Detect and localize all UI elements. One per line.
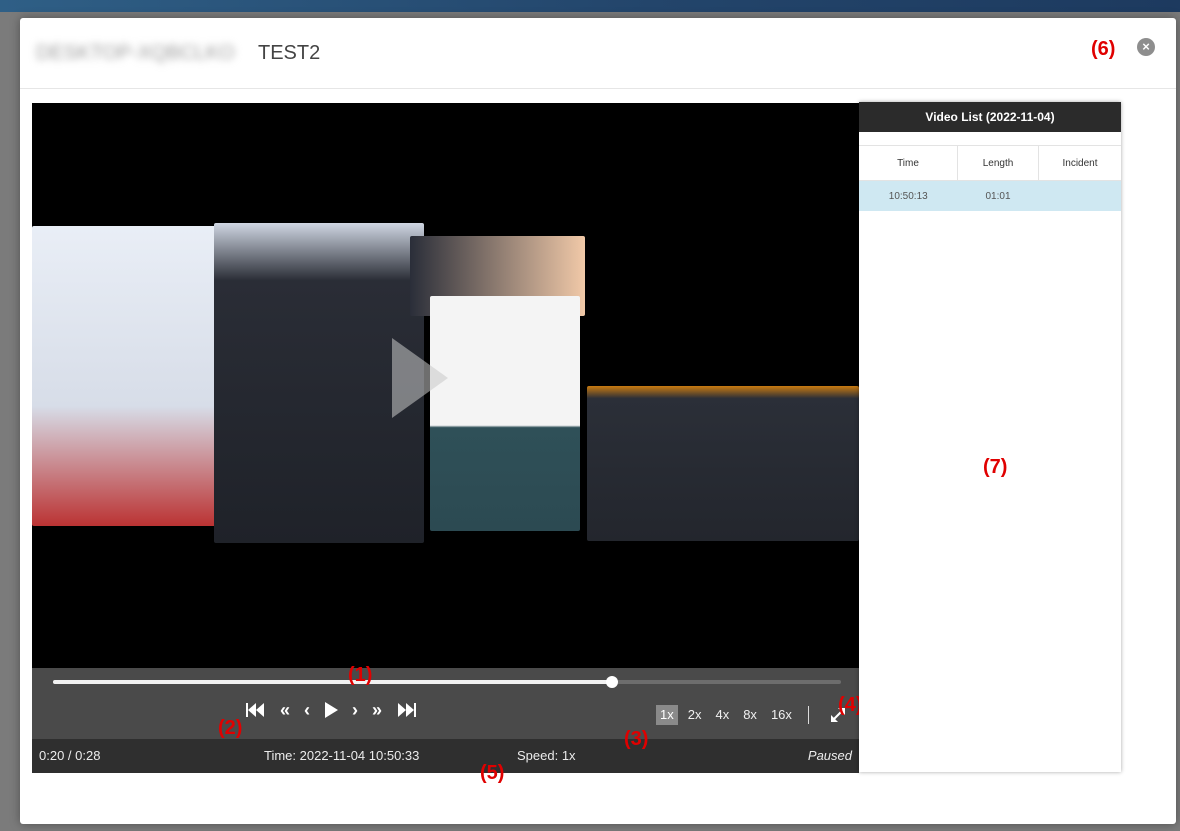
step-back-icon[interactable]: ‹ bbox=[304, 698, 310, 722]
video-list-panel: Video List (2022-11-04) Time Length Inci… bbox=[859, 102, 1121, 772]
transport-controls: « ‹ › » bbox=[246, 698, 417, 722]
speed-4x[interactable]: 4x bbox=[711, 705, 733, 725]
app-top-bar bbox=[0, 0, 1180, 12]
speed-8x[interactable]: 8x bbox=[739, 705, 761, 725]
speed-16x[interactable]: 16x bbox=[767, 705, 796, 725]
computer-name-blurred: DESKTOP-XQBCLKO bbox=[36, 42, 235, 64]
play-overlay-icon[interactable] bbox=[392, 338, 448, 418]
skip-to-end-icon[interactable] bbox=[396, 703, 417, 717]
callout-1: (1) bbox=[348, 664, 373, 686]
recorded-window-browser bbox=[32, 226, 227, 526]
recorded-window-docs bbox=[430, 296, 580, 531]
callout-5: (5) bbox=[480, 762, 505, 784]
video-list-table: Time Length Incident 10:50:13 01:01 bbox=[859, 145, 1121, 211]
step-forward-icon[interactable]: › bbox=[352, 698, 358, 722]
play-icon[interactable] bbox=[324, 702, 339, 718]
speed-selector: 1x 2x 4x 8x 16x bbox=[656, 704, 815, 726]
current-timestamp: Time: 2022-11-04 10:50:33 bbox=[264, 748, 420, 763]
modal-title: TEST2 bbox=[258, 42, 321, 64]
progress-bar[interactable] bbox=[53, 676, 841, 688]
row-incident[interactable] bbox=[1038, 180, 1121, 211]
progress-handle[interactable] bbox=[606, 676, 619, 688]
fast-forward-icon[interactable]: » bbox=[372, 698, 382, 722]
callout-6: (6) bbox=[1091, 38, 1116, 60]
video-list-title: Video List (2022-11-04) bbox=[859, 102, 1121, 132]
elapsed-time: 0:20 / 0:28 bbox=[39, 748, 101, 763]
speed-1x[interactable]: 1x bbox=[656, 705, 678, 725]
player-controls: « ‹ › » 1x 2x 4x 8x 16x bbox=[32, 668, 859, 739]
column-time: Time bbox=[859, 145, 958, 181]
playback-state: Paused bbox=[807, 748, 852, 763]
recorded-window-ide bbox=[587, 386, 859, 541]
skip-to-start-icon[interactable] bbox=[246, 703, 266, 717]
progress-fill bbox=[53, 680, 613, 684]
video-player: « ‹ › » 1x 2x 4x 8x 16x 0:20 / 0:28 Time… bbox=[32, 103, 859, 773]
table-header-row: Time Length Incident bbox=[859, 145, 1121, 181]
callout-3: (3) bbox=[624, 728, 649, 750]
row-length[interactable]: 01:01 bbox=[957, 180, 1039, 211]
speed-2x[interactable]: 2x bbox=[684, 705, 706, 725]
callout-2: (2) bbox=[218, 717, 243, 739]
row-time[interactable]: 10:50:13 bbox=[859, 180, 958, 211]
speed-divider bbox=[807, 706, 809, 724]
close-icon[interactable]: × bbox=[1137, 38, 1155, 56]
column-incident: Incident bbox=[1038, 145, 1121, 181]
column-length: Length bbox=[957, 145, 1039, 181]
video-frame[interactable] bbox=[32, 103, 859, 668]
callout-7: (7) bbox=[983, 456, 1008, 478]
status-bar: 0:20 / 0:28 Time: 2022-11-04 10:50:33 Sp… bbox=[32, 739, 859, 773]
table-row[interactable]: 10:50:13 01:01 bbox=[859, 180, 1121, 211]
playback-speed: Speed: 1x bbox=[517, 748, 576, 763]
modal-header: DESKTOP-XQBCLKO TEST2 (6) × bbox=[20, 18, 1176, 89]
rewind-icon[interactable]: « bbox=[280, 698, 290, 722]
